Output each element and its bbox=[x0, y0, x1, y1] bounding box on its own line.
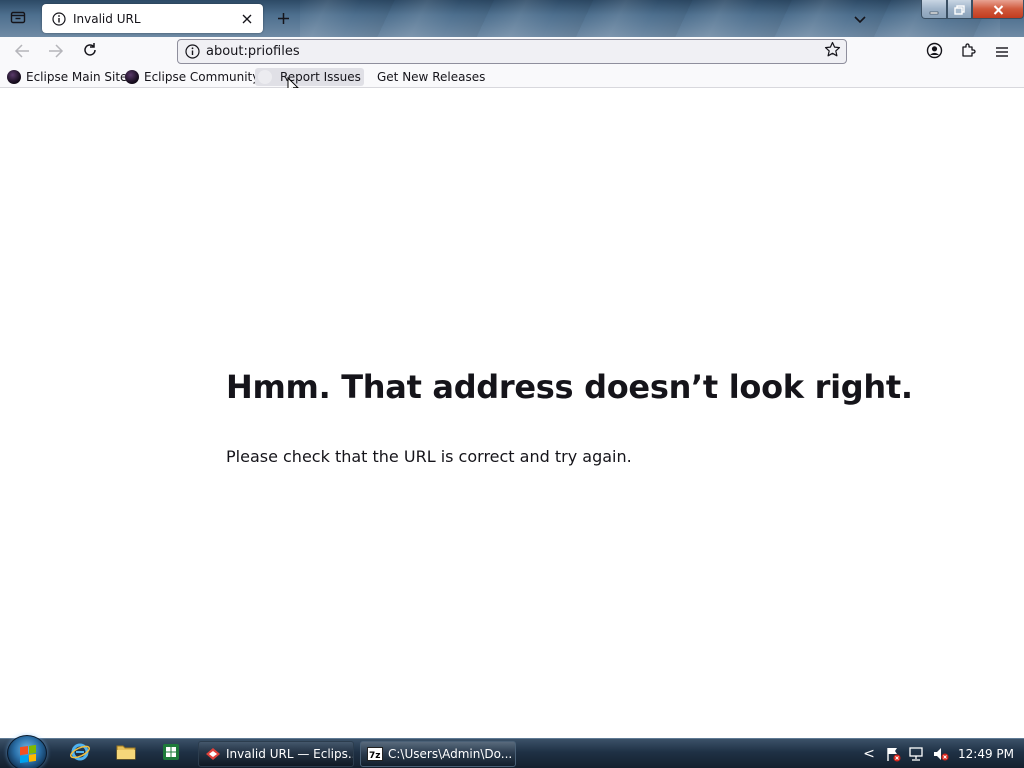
forward-arrow-icon bbox=[48, 43, 64, 62]
bookmark-item[interactable]: Report Issues bbox=[255, 68, 364, 86]
action-center-flag-icon[interactable] bbox=[882, 743, 904, 765]
svg-text:7z: 7z bbox=[369, 751, 381, 761]
bookmark-favicon-icon bbox=[7, 70, 21, 84]
quick-launch-ie[interactable] bbox=[69, 743, 91, 765]
error-title: Hmm. That address doesn’t look right. bbox=[226, 368, 913, 406]
volume-muted-icon[interactable] bbox=[930, 743, 952, 765]
taskbar-item-browser[interactable]: Invalid URL — Eclips... bbox=[198, 741, 354, 767]
bookmark-item[interactable]: Eclipse Community bbox=[122, 68, 262, 86]
restore-button[interactable] bbox=[947, 0, 972, 19]
taskbar-item-7zip[interactable]: 7z C:\Users\Admin\Do... bbox=[360, 741, 516, 767]
windows-logo-icon bbox=[20, 744, 36, 764]
bookmark-favicon-icon bbox=[258, 70, 272, 84]
system-tray: < bbox=[858, 743, 954, 765]
back-arrow-icon bbox=[14, 43, 30, 62]
tab-manager-icon bbox=[10, 9, 26, 29]
bookmark-star-button[interactable] bbox=[820, 41, 844, 62]
extensions-button[interactable] bbox=[955, 39, 981, 65]
taskbar-item-label: Invalid URL — Eclips... bbox=[226, 747, 353, 761]
site-info-icon[interactable] bbox=[181, 44, 203, 59]
tab-strip: Invalid URL bbox=[0, 0, 1024, 37]
error-description: Please check that the URL is correct and… bbox=[226, 447, 632, 466]
restore-icon bbox=[954, 0, 965, 19]
app-menu-button[interactable] bbox=[989, 39, 1015, 65]
tabs-overflow-button[interactable] bbox=[846, 6, 874, 32]
system-clock[interactable]: 12:49 PM bbox=[958, 747, 1014, 761]
quick-launch-explorer[interactable] bbox=[115, 743, 137, 765]
start-button[interactable] bbox=[7, 735, 47, 768]
bookmark-item[interactable]: Get New Releases bbox=[374, 68, 488, 86]
info-icon bbox=[51, 11, 67, 27]
seven-zip-icon: 7z bbox=[367, 746, 383, 762]
close-icon bbox=[242, 9, 252, 28]
folder-icon bbox=[116, 743, 136, 765]
forward-button[interactable] bbox=[43, 39, 69, 65]
minimize-button[interactable] bbox=[921, 0, 947, 19]
reload-button[interactable] bbox=[77, 39, 103, 65]
account-button[interactable] bbox=[921, 39, 947, 65]
bookmark-label: Eclipse Main Site bbox=[26, 70, 128, 84]
internet-explorer-icon bbox=[70, 742, 90, 766]
page-content: Hmm. That address doesn’t look right. Pl… bbox=[0, 88, 1024, 738]
spreadsheet-icon bbox=[162, 743, 180, 765]
address-bar[interactable]: about:priofiles bbox=[177, 39, 847, 64]
show-hidden-icons-button[interactable]: < bbox=[858, 743, 880, 765]
quick-launch-excel[interactable] bbox=[160, 743, 182, 765]
close-tab-button[interactable] bbox=[235, 7, 259, 31]
browser-tab-active[interactable]: Invalid URL bbox=[42, 4, 263, 33]
plus-icon bbox=[277, 10, 290, 29]
browser-app-icon bbox=[205, 746, 221, 762]
puzzle-piece-icon bbox=[960, 42, 977, 63]
reload-icon bbox=[82, 42, 98, 62]
hamburger-menu-icon bbox=[995, 43, 1009, 62]
minimize-icon bbox=[929, 0, 939, 19]
close-window-button[interactable] bbox=[972, 0, 1024, 19]
back-button[interactable] bbox=[9, 39, 35, 65]
taskbar: Invalid URL — Eclips... 7z C:\Users\Admi… bbox=[0, 735, 1024, 768]
chevron-down-icon bbox=[853, 10, 867, 29]
bookmark-label: Get New Releases bbox=[377, 70, 486, 84]
tab-title: Invalid URL bbox=[73, 11, 141, 26]
list-all-tabs-button[interactable] bbox=[4, 6, 32, 32]
close-icon bbox=[993, 0, 1004, 19]
network-icon[interactable] bbox=[906, 743, 928, 765]
bookmarks-toolbar: Eclipse Main Site Eclipse Community Repo… bbox=[0, 66, 1024, 88]
new-tab-button[interactable] bbox=[270, 6, 296, 32]
window-controls bbox=[921, 0, 1024, 20]
navigation-toolbar: about:priofiles bbox=[0, 37, 1024, 66]
bookmark-item[interactable]: Eclipse Main Site bbox=[4, 68, 130, 86]
taskbar-item-label: C:\Users\Admin\Do... bbox=[388, 747, 513, 761]
star-icon bbox=[824, 41, 841, 62]
bookmark-label: Eclipse Community bbox=[144, 70, 260, 84]
bookmark-favicon-icon bbox=[125, 70, 139, 84]
url-text: about:priofiles bbox=[206, 44, 300, 59]
account-icon bbox=[926, 42, 943, 63]
